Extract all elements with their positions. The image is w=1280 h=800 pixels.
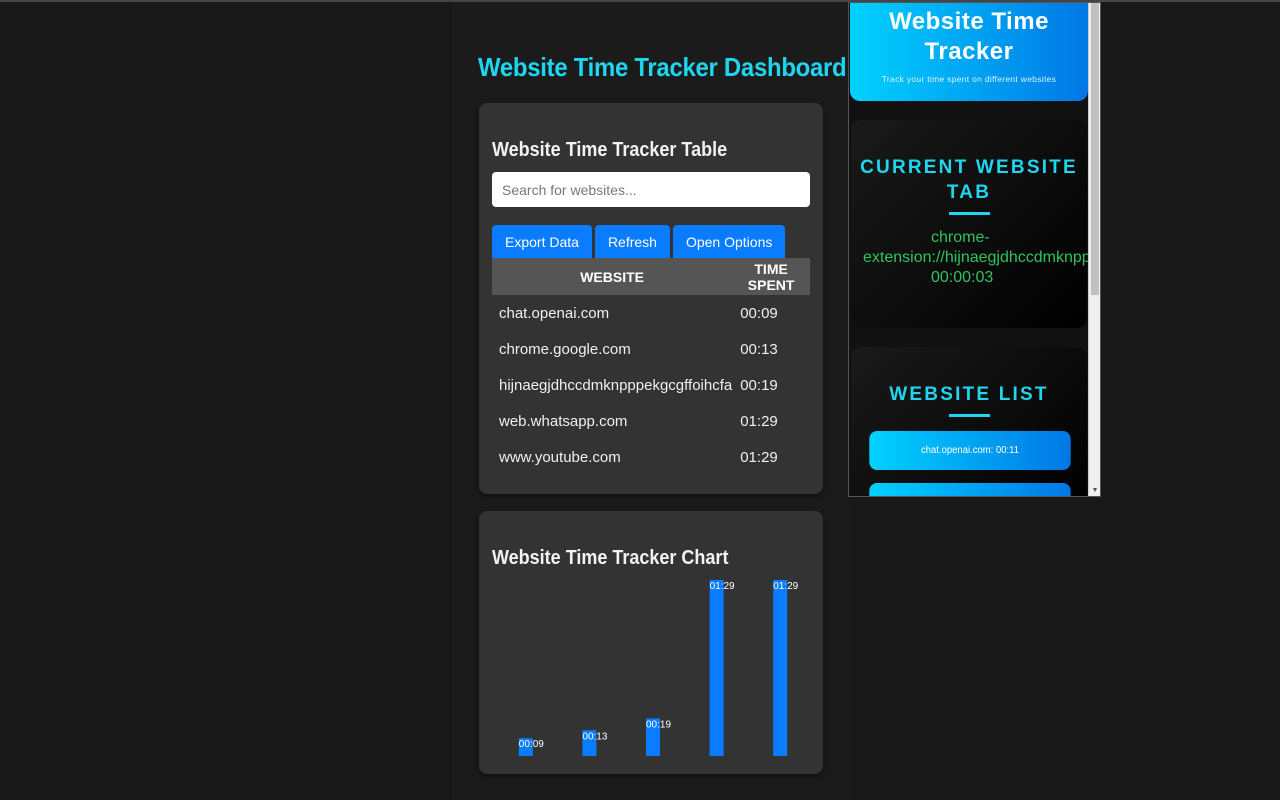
website-cell: hijnaegjdhccdmknpppekgcgffoihcfa <box>499 376 733 394</box>
bar-value-label: 00:09 <box>519 739 544 750</box>
website-cell: chat.openai.com <box>499 304 610 322</box>
current-website-panel: CURRENT WEBSITE TAB chrome- extension://… <box>851 120 1100 328</box>
heading-underline <box>949 414 990 417</box>
scroll-down-arrow-icon[interactable]: ▼ <box>1089 487 1100 494</box>
open-options-button[interactable]: Open Options <box>672 225 786 258</box>
bar-value-label: 01:29 <box>710 581 735 592</box>
time-cell: 01:29 <box>740 448 778 466</box>
heading-underline <box>949 212 990 215</box>
popup-content: Website Time Tracker Track your time spe… <box>849 3 1100 496</box>
website-list-heading: WEBSITE LIST <box>889 384 1049 405</box>
website-list-panel: WEBSITE LIST chat.openai.com: 00:11 <box>851 347 1087 496</box>
page-title: Website Time Tracker Dashboard <box>478 52 847 82</box>
popup-scrollbar[interactable]: ▼ <box>1088 3 1100 496</box>
refresh-button[interactable]: Refresh <box>594 225 670 258</box>
table-row: chat.openai.com 00:09 <box>492 295 810 331</box>
website-cell: web.whatsapp.com <box>499 412 628 430</box>
time-cell: 00:09 <box>740 304 778 322</box>
website-list-item[interactable] <box>869 483 1071 496</box>
table-row: hijnaegjdhccdmknpppekgcgffoihcfa 00:19 <box>492 367 810 403</box>
popup-subtitle: Track your time spent on different websi… <box>881 74 1057 84</box>
time-cell: 01:29 <box>740 412 778 430</box>
chart-bar[interactable] <box>709 580 724 756</box>
table-card: Website Time Tracker Table Export Data R… <box>479 103 823 494</box>
current-website-info: chrome- extension://hijnaegjdhccdmknpppe… <box>863 228 1100 288</box>
current-elapsed-time: 00:00:03 <box>931 269 994 286</box>
website-cell: chrome.google.com <box>499 340 631 358</box>
action-buttons: Export Data Refresh Open Options <box>492 225 786 258</box>
time-bar-chart: 00:09 00:13 00:19 01:29 01:29 <box>518 580 799 756</box>
current-website-heading: CURRENT WEBSITE TAB <box>860 157 1078 203</box>
search-input[interactable] <box>492 172 810 207</box>
time-cell: 00:19 <box>740 376 778 394</box>
bar-value-label: 01:29 <box>773 581 798 592</box>
column-header-time-spent[interactable]: TIME SPENT <box>732 258 810 295</box>
bar-value-label: 00:13 <box>582 731 607 742</box>
time-cell: 00:13 <box>740 340 778 358</box>
table-header-row: WEBSITE TIME SPENT <box>492 258 810 295</box>
column-header-website[interactable]: WEBSITE <box>492 258 733 295</box>
table-row: web.whatsapp.com 01:29 <box>492 403 810 439</box>
chart-card: Website Time Tracker Chart 00:09 00:13 00:… <box>479 511 823 774</box>
chart-card-title: Website Time Tracker Chart <box>492 547 729 569</box>
popup-header: Website Time Tracker Track your time spe… <box>850 3 1088 101</box>
dashboard-page: Website Time Tracker Dashboard Website T… <box>452 2 850 800</box>
table-row: chrome.google.com 00:13 <box>492 331 810 367</box>
website-list-item[interactable]: chat.openai.com: 00:11 <box>869 431 1071 470</box>
extension-popup: Website Time Tracker Track your time spe… <box>848 2 1101 497</box>
table-row: www.youtube.com 01:29 <box>492 439 810 475</box>
chart-bar[interactable] <box>773 580 788 756</box>
website-cell: www.youtube.com <box>499 448 621 466</box>
popup-title: Website Time Tracker <box>889 8 1049 65</box>
scrollbar-thumb[interactable] <box>1091 3 1099 295</box>
website-time-table: WEBSITE TIME SPENT chat.openai.com 00:09… <box>492 258 810 475</box>
table-card-title: Website Time Tracker Table <box>492 139 728 161</box>
current-site-line1: chrome- <box>931 229 990 246</box>
bar-value-label: 00:19 <box>646 719 671 730</box>
current-site-line2: extension://hijnaegjdhccdmknpppekgcgffoi… <box>863 249 1100 266</box>
export-data-button[interactable]: Export Data <box>492 225 592 258</box>
